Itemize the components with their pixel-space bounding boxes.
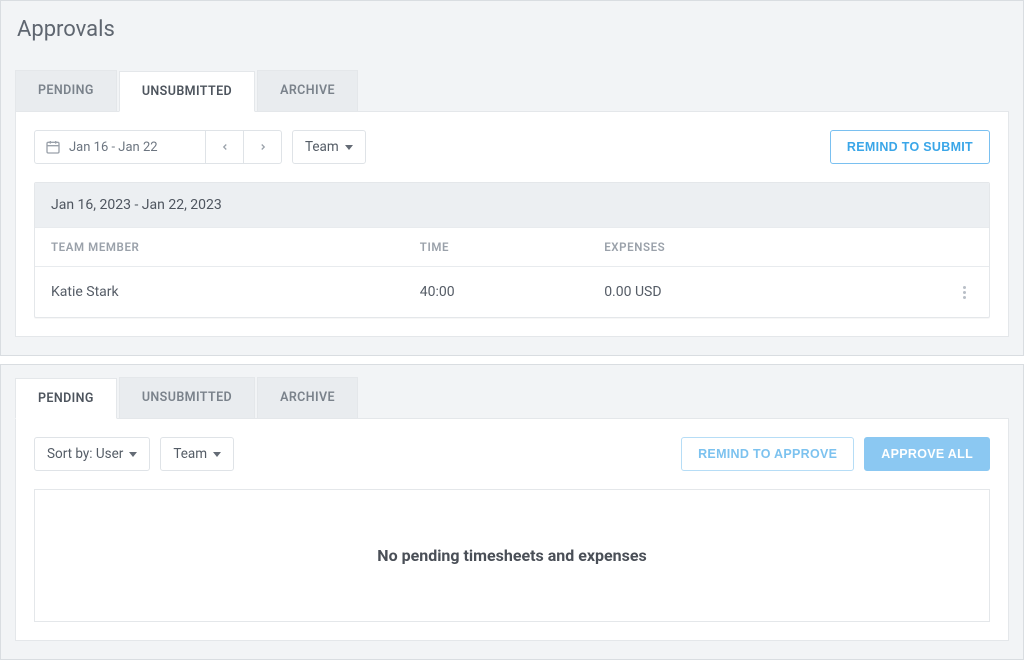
toolbar-bottom: Sort by: User Team REMIND TO APPROVE APP… bbox=[34, 437, 990, 471]
tab-archive[interactable]: ARCHIVE bbox=[257, 70, 358, 111]
col-header-time: TIME bbox=[420, 240, 604, 254]
col-header-expenses: EXPENSES bbox=[604, 240, 908, 254]
date-range-text: Jan 16 - Jan 22 bbox=[69, 140, 158, 155]
empty-state: No pending timesheets and expenses bbox=[34, 489, 990, 622]
cell-time: 40:00 bbox=[420, 284, 604, 300]
tab-unsubmitted[interactable]: UNSUBMITTED bbox=[119, 71, 255, 112]
date-range-group: Jan 16 - Jan 22 bbox=[34, 130, 282, 164]
team-dropdown-label: Team bbox=[305, 139, 339, 155]
col-header-member: TEAM MEMBER bbox=[51, 240, 420, 254]
toolbar-right: REMIND TO SUBMIT bbox=[830, 130, 990, 164]
remind-to-submit-button[interactable]: REMIND TO SUBMIT bbox=[830, 130, 990, 164]
tab-pending[interactable]: PENDING bbox=[15, 70, 117, 111]
table-row: Katie Stark 40:00 0.00 USD bbox=[35, 267, 989, 317]
empty-state-text: No pending timesheets and expenses bbox=[377, 546, 646, 565]
tabs-bottom: PENDING UNSUBMITTED ARCHIVE bbox=[15, 377, 1009, 419]
prev-week-button[interactable] bbox=[205, 131, 243, 163]
chevron-left-icon bbox=[220, 142, 230, 152]
content-bottom: Sort by: User Team REMIND TO APPROVE APP… bbox=[15, 419, 1009, 641]
tabs-top: PENDING UNSUBMITTED ARCHIVE bbox=[15, 70, 1009, 112]
page-title: Approvals bbox=[17, 17, 1009, 42]
approve-all-button[interactable]: APPROVE ALL bbox=[864, 437, 990, 471]
next-week-button[interactable] bbox=[243, 131, 281, 163]
team-dropdown[interactable]: Team bbox=[160, 437, 234, 471]
table-date-header: Jan 16, 2023 - Jan 22, 2023 bbox=[35, 183, 989, 227]
calendar-icon bbox=[45, 139, 61, 155]
sort-dropdown[interactable]: Sort by: User bbox=[34, 437, 150, 471]
caret-down-icon bbox=[345, 145, 353, 150]
sort-dropdown-label: Sort by: User bbox=[47, 446, 123, 462]
remind-to-approve-button[interactable]: REMIND TO APPROVE bbox=[681, 437, 854, 471]
toolbar-top: Jan 16 - Jan 22 Team REMIND TO SUBMIT bbox=[34, 130, 990, 164]
table-column-headers: TEAM MEMBER TIME EXPENSES bbox=[35, 227, 989, 267]
approvals-panel-bottom: PENDING UNSUBMITTED ARCHIVE Sort by: Use… bbox=[0, 364, 1024, 660]
toolbar-left: Jan 16 - Jan 22 Team bbox=[34, 130, 366, 164]
cell-member: Katie Stark bbox=[51, 284, 420, 300]
toolbar-left: Sort by: User Team bbox=[34, 437, 234, 471]
caret-down-icon bbox=[213, 452, 221, 457]
approvals-panel-top: Approvals PENDING UNSUBMITTED ARCHIVE bbox=[0, 0, 1024, 356]
toolbar-right: REMIND TO APPROVE APPROVE ALL bbox=[681, 437, 990, 471]
team-dropdown-label: Team bbox=[173, 446, 207, 462]
tab-archive[interactable]: ARCHIVE bbox=[257, 377, 358, 418]
tab-unsubmitted[interactable]: UNSUBMITTED bbox=[119, 377, 255, 418]
date-range-picker[interactable]: Jan 16 - Jan 22 bbox=[35, 131, 205, 163]
team-dropdown[interactable]: Team bbox=[292, 130, 366, 164]
tab-pending[interactable]: PENDING bbox=[15, 378, 117, 419]
caret-down-icon bbox=[129, 452, 137, 457]
row-menu-button[interactable] bbox=[955, 283, 973, 301]
timesheet-table: Jan 16, 2023 - Jan 22, 2023 TEAM MEMBER … bbox=[34, 182, 990, 318]
cell-expenses: 0.00 USD bbox=[604, 284, 908, 300]
chevron-right-icon bbox=[258, 142, 268, 152]
content-top: Jan 16 - Jan 22 Team REMIND TO SUBMIT bbox=[15, 112, 1009, 337]
